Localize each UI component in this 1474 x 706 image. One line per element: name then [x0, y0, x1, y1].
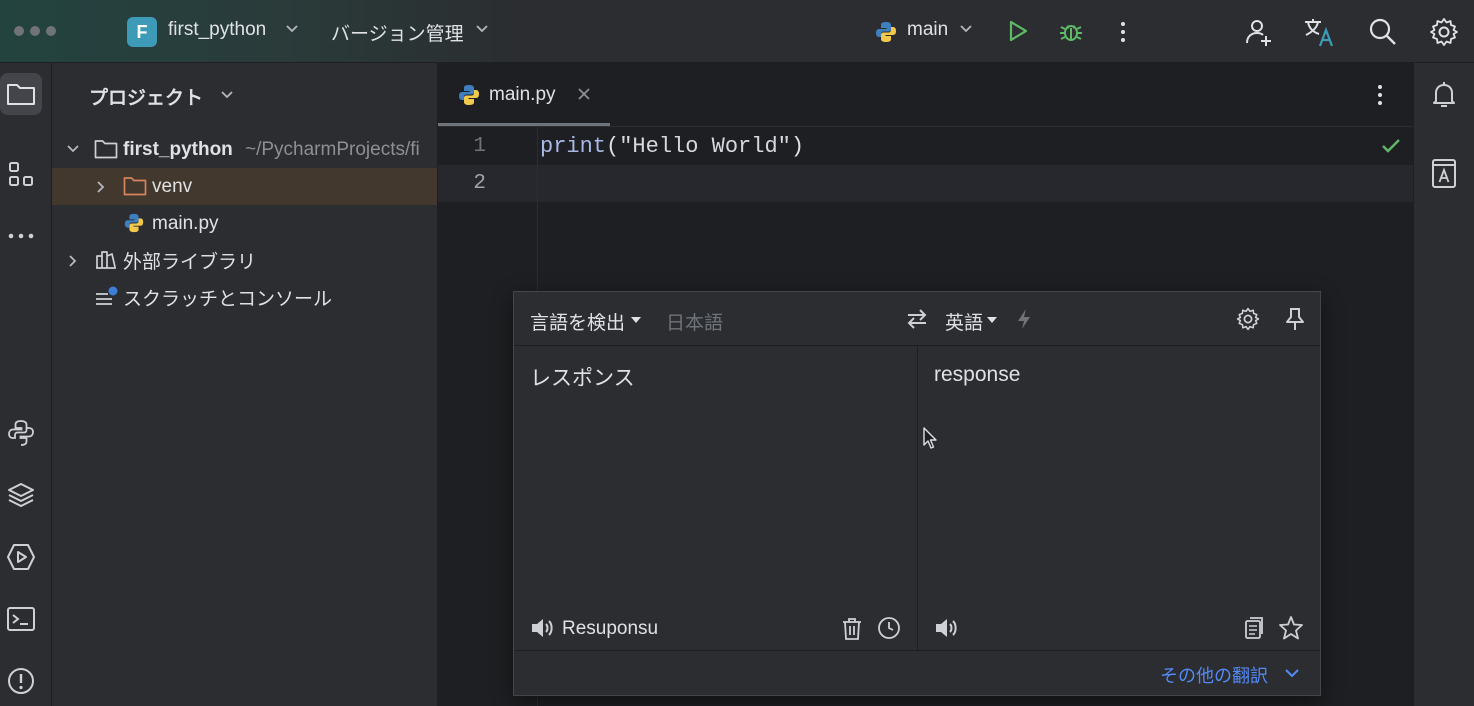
structure-tool-icon[interactable] [0, 153, 42, 195]
line-number: 2 [473, 172, 486, 195]
translate-icon[interactable] [1303, 16, 1337, 48]
chevron-down-icon[interactable] [475, 24, 489, 34]
caret-down-icon[interactable] [630, 316, 642, 324]
code-string: "Hello World" [619, 134, 791, 159]
debug-icon[interactable] [1058, 18, 1084, 44]
right-tool-rail [1413, 63, 1474, 706]
source-language-dropdown[interactable]: 言語を検出 [530, 308, 625, 335]
more-translations-link[interactable]: その他の翻訳 [1160, 662, 1268, 688]
active-tab-indicator [438, 123, 610, 126]
translate-panel-icon[interactable] [1430, 157, 1458, 189]
terminal-icon[interactable] [0, 598, 42, 640]
quick-translate-bolt-icon[interactable] [1015, 308, 1033, 330]
tab-label: main.py [489, 84, 556, 105]
more-tools-icon[interactable] [0, 215, 42, 257]
swap-languages-icon[interactable] [905, 308, 929, 330]
current-line-highlight [438, 165, 1413, 202]
add-user-icon[interactable] [1244, 17, 1274, 47]
project-name[interactable]: first_python [168, 19, 266, 41]
translation-popup: 言語を検出 日本語 英語 レスポンス response Resuponsu その… [513, 291, 1321, 696]
tree-item-venv[interactable]: venv [52, 168, 437, 205]
title-bar: F first_python バージョン管理 main [0, 0, 1474, 63]
code-paren: ) [790, 134, 805, 159]
translation-popup-footer: その他の翻訳 [514, 650, 1320, 696]
speaker-icon[interactable] [529, 616, 555, 640]
window-controls[interactable] [14, 26, 56, 36]
project-tool-button[interactable] [0, 73, 42, 115]
source-text[interactable]: レスポンス [530, 362, 635, 392]
folder-icon [94, 139, 118, 159]
chevron-down-icon[interactable] [66, 144, 80, 154]
services-run-icon[interactable] [0, 536, 42, 578]
project-badge[interactable]: F [127, 17, 157, 47]
tree-item-scratches[interactable]: スクラッチとコンソール [52, 279, 437, 316]
python-icon [874, 20, 898, 44]
code-function: print [540, 134, 607, 159]
tree-item-external-libraries[interactable]: 外部ライブラリ [52, 242, 437, 279]
chevron-down-icon[interactable] [959, 24, 973, 34]
inspection-ok-icon[interactable] [1381, 138, 1401, 154]
caret-down-icon[interactable] [986, 316, 998, 324]
tree-item-main-py[interactable]: main.py [52, 205, 437, 242]
mouse-pointer-icon [922, 426, 938, 450]
python-file-icon [457, 83, 481, 107]
folder-icon [123, 176, 147, 196]
root-folder-path: ~/PycharmProjects/fi [245, 138, 420, 160]
code-line-1[interactable]: print("Hello World") [540, 134, 804, 159]
line-number: 1 [473, 135, 486, 158]
scratches-icon [94, 285, 120, 309]
tree-item-root[interactable]: first_python ~/PycharmProjects/fi [52, 131, 437, 168]
pin-icon[interactable] [1284, 307, 1306, 331]
history-clock-icon[interactable] [877, 616, 901, 640]
run-icon[interactable] [1006, 19, 1030, 43]
root-folder-name: first_python [123, 138, 233, 160]
target-text[interactable]: response [934, 363, 1020, 387]
venv-folder-name: venv [152, 175, 193, 197]
chevron-right-icon[interactable] [68, 254, 78, 268]
search-icon[interactable] [1368, 17, 1398, 47]
transliteration-text: Resuponsu [562, 618, 659, 639]
chevron-down-icon[interactable] [220, 90, 234, 100]
star-icon[interactable] [1278, 615, 1304, 641]
tab-main-py[interactable]: main.py [446, 63, 610, 126]
trash-icon[interactable] [841, 617, 863, 641]
chevron-down-icon[interactable] [285, 24, 299, 34]
python-packages-icon[interactable] [0, 412, 42, 454]
copy-icon[interactable] [1243, 616, 1265, 640]
chevron-down-icon[interactable] [1284, 668, 1300, 679]
editor-tab-bar: main.py [438, 63, 1413, 127]
external-libraries-label: 外部ライブラリ [123, 252, 257, 273]
close-icon[interactable] [577, 87, 591, 101]
vcs-menu[interactable]: バージョン管理 [331, 19, 464, 46]
notifications-bell-icon[interactable] [1430, 80, 1458, 110]
left-tool-rail [0, 63, 52, 706]
target-language-dropdown[interactable]: 英語 [945, 308, 983, 335]
settings-gear-icon[interactable] [1236, 307, 1260, 331]
project-panel-title[interactable]: プロジェクト [89, 83, 203, 110]
more-vertical-icon[interactable] [1116, 20, 1130, 44]
chevron-right-icon[interactable] [96, 180, 106, 194]
python-file-icon [123, 212, 145, 234]
run-config-name[interactable]: main [907, 19, 948, 41]
detected-language: 日本語 [666, 313, 724, 334]
settings-gear-icon[interactable] [1429, 17, 1459, 47]
layers-icon[interactable] [0, 474, 42, 516]
project-panel: プロジェクト first_python ~/PycharmProjects/fi… [52, 63, 438, 706]
speaker-icon[interactable] [933, 616, 959, 640]
code-paren: ( [606, 134, 620, 159]
translation-popup-header: 言語を検出 日本語 英語 [514, 292, 1320, 346]
translation-pane-divider [917, 346, 918, 650]
scratches-label: スクラッチとコンソール [123, 289, 333, 310]
main-py-name: main.py [152, 212, 219, 234]
library-icon [94, 250, 118, 270]
problems-icon[interactable] [0, 660, 42, 702]
more-vertical-icon[interactable] [1373, 83, 1387, 107]
